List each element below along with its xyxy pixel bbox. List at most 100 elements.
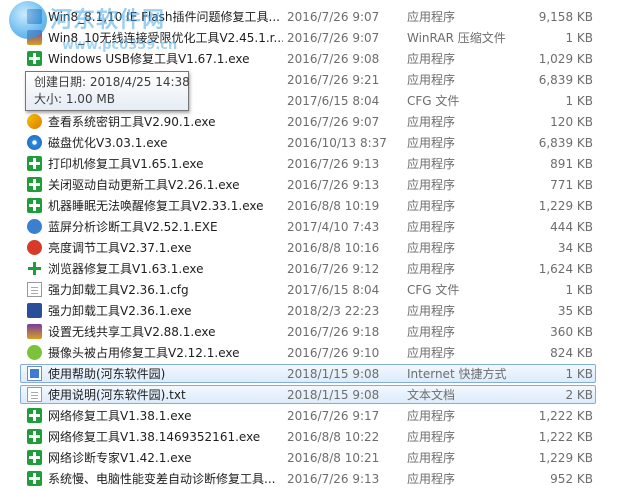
file-type: 应用程序	[407, 262, 456, 276]
file-size: 6,839 KB	[538, 136, 593, 150]
file-date: 2016/7/26 9:13	[287, 178, 380, 192]
file-type: Internet 快捷方式	[407, 367, 507, 381]
file-type: 应用程序	[407, 52, 456, 66]
file-name: 使用说明(河东软件园).txt	[48, 388, 186, 402]
file-row[interactable]: 网络修复工具V1.38.1.exe 2016/7/26 9:17 应用程序 1,222…	[20, 406, 596, 425]
file-row[interactable]: 关闭驱动自动更新工具V2.26.1.exe 2016/7/26 9:13 应用程序 7…	[20, 175, 596, 194]
file-row[interactable]: 使用帮助(河东软件园) 2018/1/15 9:08 Internet 快捷方式 1 …	[20, 364, 596, 383]
file-size: 34 KB	[557, 241, 593, 255]
file-row[interactable]: 系统慢、电脑性能变差自动诊断修复工具... 2016/7/26 9:13 应用程序 9…	[20, 469, 596, 488]
file-type: CFG 文件	[407, 94, 460, 108]
file-size: 1,229 KB	[538, 199, 593, 213]
file-type: 应用程序	[407, 346, 456, 360]
file-size: 2 KB	[565, 388, 593, 402]
file-name: Windows USB修复工具V1.67.1.exe	[48, 52, 250, 66]
file-row[interactable]: 强力卸载工具V2.36.1.exe 2018/2/3 22:23 应用程序 35 KB	[20, 301, 596, 320]
file-size: 771 KB	[550, 178, 593, 192]
tooltip-created-date: 创建日期: 2018/4/25 14:38	[34, 75, 190, 89]
plus-icon	[27, 471, 42, 486]
file-size: 1 KB	[565, 367, 593, 381]
file-name: 亮度调节工具V2.37.1.exe	[48, 241, 192, 255]
file-row[interactable]: 使用说明(河东软件园).txt 2018/1/15 9:08 文本文档 2 KB	[20, 385, 596, 404]
file-size: 1,222 KB	[538, 409, 593, 423]
file-row[interactable]: 蓝屏分析诊断工具V2.52.1.EXE 2017/4/10 7:43 应用程序 444…	[20, 217, 596, 236]
file-date: 2018/1/15 9:08	[287, 388, 380, 402]
file-date: 2016/10/13 8:37	[287, 136, 387, 150]
file-type: 应用程序	[407, 115, 456, 129]
file-row[interactable]: 亮度调节工具V2.37.1.exe 2016/8/8 10:16 应用程序 34 KB	[20, 238, 596, 257]
file-name: 磁盘优化V3.03.1.exe	[48, 136, 168, 150]
file-size: 1 KB	[565, 94, 593, 108]
disc-icon	[27, 135, 42, 150]
file-name: 使用帮助(河东软件园)	[48, 367, 166, 381]
file-date: 2016/8/8 10:22	[287, 430, 380, 444]
file-row[interactable]: 磁盘优化V3.03.1.exe 2016/10/13 8:37 应用程序 6,839 …	[20, 133, 596, 152]
file-date: 2016/7/26 9:07	[287, 115, 380, 129]
file-row[interactable]: Windows USB修复工具V1.67.1.exe 2016/7/26 9:08…	[20, 49, 596, 68]
file-row[interactable]: 浏览器修复工具V1.63.1.exe 2016/7/26 9:12 应用程序 1,62…	[20, 259, 596, 278]
file-name: 机器睡眠无法唤醒修复工具V2.33.1.exe	[48, 199, 264, 213]
file-size: 360 KB	[550, 325, 593, 339]
file-row[interactable]: 摄像头被占用修复工具V2.12.1.exe 2016/7/26 9:10 应用程序 8…	[20, 343, 596, 362]
file-row[interactable]: Win8_8.1,10 IE Flash插件问题修复工具... 2016/7/26…	[20, 7, 596, 26]
file-name: 蓝屏分析诊断工具V2.52.1.EXE	[48, 220, 218, 234]
file-date: 2016/8/8 10:21	[287, 451, 380, 465]
file-size: 9,158 KB	[538, 10, 593, 24]
plus-icon	[27, 450, 42, 465]
file-date: 2017/4/10 7:43	[287, 220, 380, 234]
document-icon	[27, 387, 42, 402]
file-row[interactable]: 设置无线共享工具V2.88.1.exe 2016/7/26 9:18 应用程序 360…	[20, 322, 596, 341]
file-size: 1,029 KB	[538, 52, 593, 66]
file-date: 2018/1/15 9:08	[287, 367, 380, 381]
file-date: 2016/7/26 9:08	[287, 52, 380, 66]
file-name: 强力卸载工具V2.36.1.cfg	[48, 283, 189, 297]
file-date: 2017/6/15 8:04	[287, 283, 380, 297]
file-row[interactable]: 机器睡眠无法唤醒修复工具V2.33.1.exe 2016/8/8 10:19 应用程…	[20, 196, 596, 215]
file-date: 2016/7/26 9:07	[287, 10, 380, 24]
plus-icon	[27, 408, 42, 423]
file-name: Win8_8.1,10 IE Flash插件问题修复工具...	[48, 10, 280, 24]
file-type: CFG 文件	[407, 283, 460, 297]
file-date: 2016/7/26 9:21	[287, 73, 380, 87]
file-name: 设置无线共享工具V2.88.1.exe	[48, 325, 216, 339]
tooltip-size: 大小: 1.00 MB	[34, 92, 115, 106]
rar-icon	[27, 324, 42, 339]
file-size: 120 KB	[550, 115, 593, 129]
file-row[interactable]: Win8_10无线连接受限优化工具V2.45.1.r... 2016/7/26 9…	[20, 28, 596, 47]
file-row[interactable]: 查看系统密钥工具V2.90.1.exe 2016/7/26 9:07 应用程序 120…	[20, 112, 596, 131]
plus-icon	[27, 198, 42, 213]
file-type: 应用程序	[407, 241, 456, 255]
file-date: 2016/7/26 9:07	[287, 31, 380, 45]
plus-icon	[27, 429, 42, 444]
file-name: 网络修复工具V1.38.1469352161.exe	[48, 430, 261, 444]
file-size: 824 KB	[550, 346, 593, 360]
file-type: 应用程序	[407, 73, 456, 87]
file-row[interactable]: 强力卸载工具V2.36.1.cfg 2017/6/15 8:04 CFG 文件 1 K…	[20, 280, 596, 299]
file-row[interactable]: 打印机修复工具V1.65.1.exe 2016/7/26 9:13 应用程序 891 …	[20, 154, 596, 173]
file-size: 6,839 KB	[538, 73, 593, 87]
file-name: 强力卸载工具V2.36.1.exe	[48, 304, 192, 318]
file-date: 2016/7/26 9:10	[287, 346, 380, 360]
file-type: 应用程序	[407, 136, 456, 150]
file-name: 系统慢、电脑性能变差自动诊断修复工具...	[48, 472, 276, 486]
file-type: 应用程序	[407, 325, 456, 339]
brightness-icon	[27, 240, 42, 255]
file-name: 浏览器修复工具V1.63.1.exe	[48, 262, 204, 276]
file-row[interactable]: 网络修复工具V1.38.1469352161.exe 2016/8/8 10:22…	[20, 427, 596, 446]
uninstall-icon	[27, 303, 42, 318]
app-icon	[27, 9, 42, 24]
file-size: 1,229 KB	[538, 451, 593, 465]
file-row[interactable]: 网络诊断专家V1.42.1.exe 2016/8/8 10:21 应用程序 1,229…	[20, 448, 596, 467]
file-type: 文本文档	[407, 388, 456, 402]
document-icon	[27, 282, 42, 297]
file-name: 网络修复工具V1.38.1.exe	[48, 409, 192, 423]
file-name: 查看系统密钥工具V2.90.1.exe	[48, 115, 216, 129]
file-type: 应用程序	[407, 472, 456, 486]
file-type: 应用程序	[407, 199, 456, 213]
file-type: 应用程序	[407, 220, 456, 234]
file-name: Win8_10无线连接受限优化工具V2.45.1.r...	[48, 31, 283, 45]
file-size: 444 KB	[550, 220, 593, 234]
file-date: 2016/7/26 9:17	[287, 409, 380, 423]
file-date: 2018/2/3 22:23	[287, 304, 380, 318]
plus-icon	[27, 156, 42, 171]
